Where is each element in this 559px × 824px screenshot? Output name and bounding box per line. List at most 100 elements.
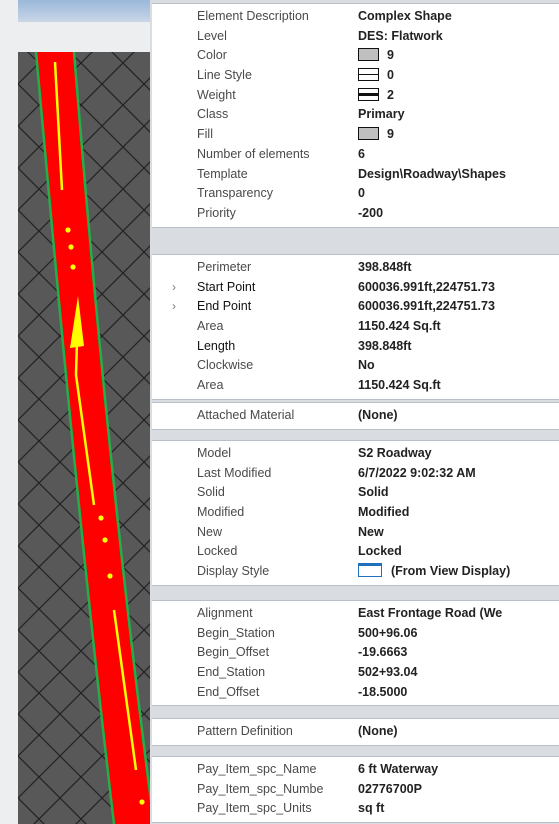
property-label: Level	[197, 28, 227, 43]
property-value[interactable]: -19.6663	[358, 643, 559, 663]
property-value[interactable]: 600036.991ft,224751.73	[358, 297, 559, 317]
property-label: Priority	[197, 205, 236, 220]
property-value[interactable]: Modified	[358, 503, 559, 523]
property-row[interactable]: Display Style (From View Display)	[152, 562, 559, 582]
property-row[interactable]: Fill 9	[152, 125, 559, 145]
property-value-text: 9	[387, 48, 394, 63]
expand-chevron-icon[interactable]: ›	[172, 297, 176, 317]
property-label: End_Station	[197, 665, 266, 680]
property-row[interactable]: Element Description Complex Shape	[152, 7, 559, 27]
property-value-text: 0	[358, 186, 365, 201]
property-row[interactable]: End_Station 502+93.04	[152, 663, 559, 683]
property-value-text: S2 Roadway	[358, 446, 432, 460]
property-value-text: (None)	[358, 408, 398, 422]
property-value[interactable]: (None)	[358, 722, 559, 742]
property-value[interactable]: 0	[358, 66, 559, 86]
property-row[interactable]: Color 9	[152, 46, 559, 66]
swatch-icon	[358, 48, 379, 62]
property-value[interactable]: 6 ft Waterway	[358, 760, 559, 780]
property-value[interactable]: (None)	[358, 406, 559, 426]
property-value[interactable]: 2	[358, 86, 559, 106]
property-row[interactable]: Weight 2	[152, 86, 559, 106]
property-row[interactable]: Modified Modified	[152, 503, 559, 523]
property-value[interactable]: Design\Roadway\Shapes	[358, 165, 559, 185]
expand-chevron-icon[interactable]: ›	[172, 278, 176, 298]
property-value[interactable]: Primary	[358, 105, 559, 125]
direction-arrow-shaft	[74, 339, 79, 376]
property-row[interactable]: Pattern Definition (None)	[152, 722, 559, 742]
property-row[interactable]: Solid Solid	[152, 483, 559, 503]
property-value[interactable]: New	[358, 523, 559, 543]
property-row[interactable]: Area 1150.424 Sq.ft	[152, 317, 559, 337]
property-label: Begin_Station	[197, 625, 275, 640]
property-group-alignment: Alignment East Frontage Road (We Begin_Sta…	[152, 600, 559, 707]
property-value[interactable]: (From View Display)	[358, 562, 559, 582]
property-row[interactable]: Alignment East Frontage Road (We	[152, 604, 559, 624]
property-row[interactable]: Pay_Item_spc_Units sq ft	[152, 799, 559, 819]
property-value[interactable]: 1150.424 Sq.ft	[358, 376, 559, 396]
property-group-geometry: Perimeter 398.848ft › Start Point 600036.991…	[152, 254, 559, 400]
property-row[interactable]: › Start Point 600036.991ft,224751.73	[152, 278, 559, 298]
property-value[interactable]: 502+93.04	[358, 663, 559, 683]
property-row[interactable]: Clockwise No	[152, 356, 559, 376]
property-row[interactable]: Pay_Item_spc_Numbe 02776700P	[152, 780, 559, 800]
property-value[interactable]: S2 Roadway	[358, 444, 559, 464]
property-value-text: 02776700P	[358, 781, 422, 796]
property-value[interactable]: 9	[358, 125, 559, 145]
property-label: Color	[197, 48, 227, 63]
property-value[interactable]: Locked	[358, 542, 559, 562]
property-label: End_Offset	[197, 684, 260, 699]
property-value[interactable]: 02776700P	[358, 780, 559, 800]
property-row[interactable]: Model S2 Roadway	[152, 444, 559, 464]
property-value[interactable]: -18.5000	[358, 683, 559, 703]
property-row[interactable]: Begin_Offset -19.6663	[152, 643, 559, 663]
property-row[interactable]: Transparency 0	[152, 184, 559, 204]
property-value[interactable]: Complex Shape	[358, 7, 559, 27]
property-value[interactable]: East Frontage Road (We	[358, 604, 559, 624]
property-row[interactable]: Length 398.848ft	[152, 337, 559, 357]
property-row[interactable]: Line Style 0	[152, 66, 559, 86]
property-label: Perimeter	[197, 260, 252, 274]
property-value[interactable]: -200	[358, 204, 559, 224]
property-value[interactable]: sq ft	[358, 799, 559, 819]
property-value[interactable]: 6/7/2022 9:02:32 AM	[358, 464, 559, 484]
property-row[interactable]: Attached Material (None)	[152, 406, 559, 426]
property-value-text: 1150.424 Sq.ft	[358, 319, 441, 334]
property-row[interactable]: Last Modified 6/7/2022 9:02:32 AM	[152, 464, 559, 484]
property-row[interactable]: Area 1150.424 Sq.ft	[152, 376, 559, 396]
property-value-text: No	[358, 358, 375, 373]
property-row[interactable]: Template Design\Roadway\Shapes	[152, 165, 559, 185]
property-label: Clockwise	[197, 358, 254, 373]
viewport-header	[18, 0, 158, 22]
property-row[interactable]: Begin_Station 500+96.06	[152, 624, 559, 644]
property-value-text: 600036.991ft,224751.73	[358, 279, 495, 294]
property-row[interactable]: › End Point 600036.991ft,224751.73	[152, 297, 559, 317]
property-row[interactable]: Locked Locked	[152, 542, 559, 562]
property-row[interactable]: End_Offset -18.5000	[152, 683, 559, 703]
property-value[interactable]: 9	[358, 46, 559, 66]
property-row[interactable]: Level DES: Flatwork	[152, 27, 559, 47]
viewport-toolbar	[18, 22, 158, 52]
drawing-viewport[interactable]	[18, 0, 158, 824]
property-value[interactable]: 500+96.06	[358, 624, 559, 644]
property-value[interactable]: 398.848ft	[358, 258, 559, 278]
swatch-icon	[358, 127, 379, 141]
property-row[interactable]: Class Primary	[152, 105, 559, 125]
property-value[interactable]: 600036.991ft,224751.73	[358, 278, 559, 298]
property-label: Transparency	[197, 186, 273, 201]
property-value[interactable]: 1150.424 Sq.ft	[358, 317, 559, 337]
property-value[interactable]: 398.848ft	[358, 337, 559, 357]
property-value-text: 9	[387, 127, 394, 142]
property-label: Model	[197, 446, 232, 460]
property-value[interactable]: No	[358, 356, 559, 376]
property-row[interactable]: Priority -200	[152, 204, 559, 224]
property-row[interactable]: Pay_Item_spc_Name 6 ft Waterway	[152, 760, 559, 780]
property-label: Area	[197, 319, 224, 334]
property-value[interactable]: DES: Flatwork	[358, 27, 559, 47]
property-row[interactable]: Perimeter 398.848ft	[152, 258, 559, 278]
property-row[interactable]: New New	[152, 523, 559, 543]
property-value[interactable]: Solid	[358, 483, 559, 503]
property-value[interactable]: 6	[358, 145, 559, 165]
property-row[interactable]: Number of elements 6	[152, 145, 559, 165]
property-value[interactable]: 0	[358, 184, 559, 204]
